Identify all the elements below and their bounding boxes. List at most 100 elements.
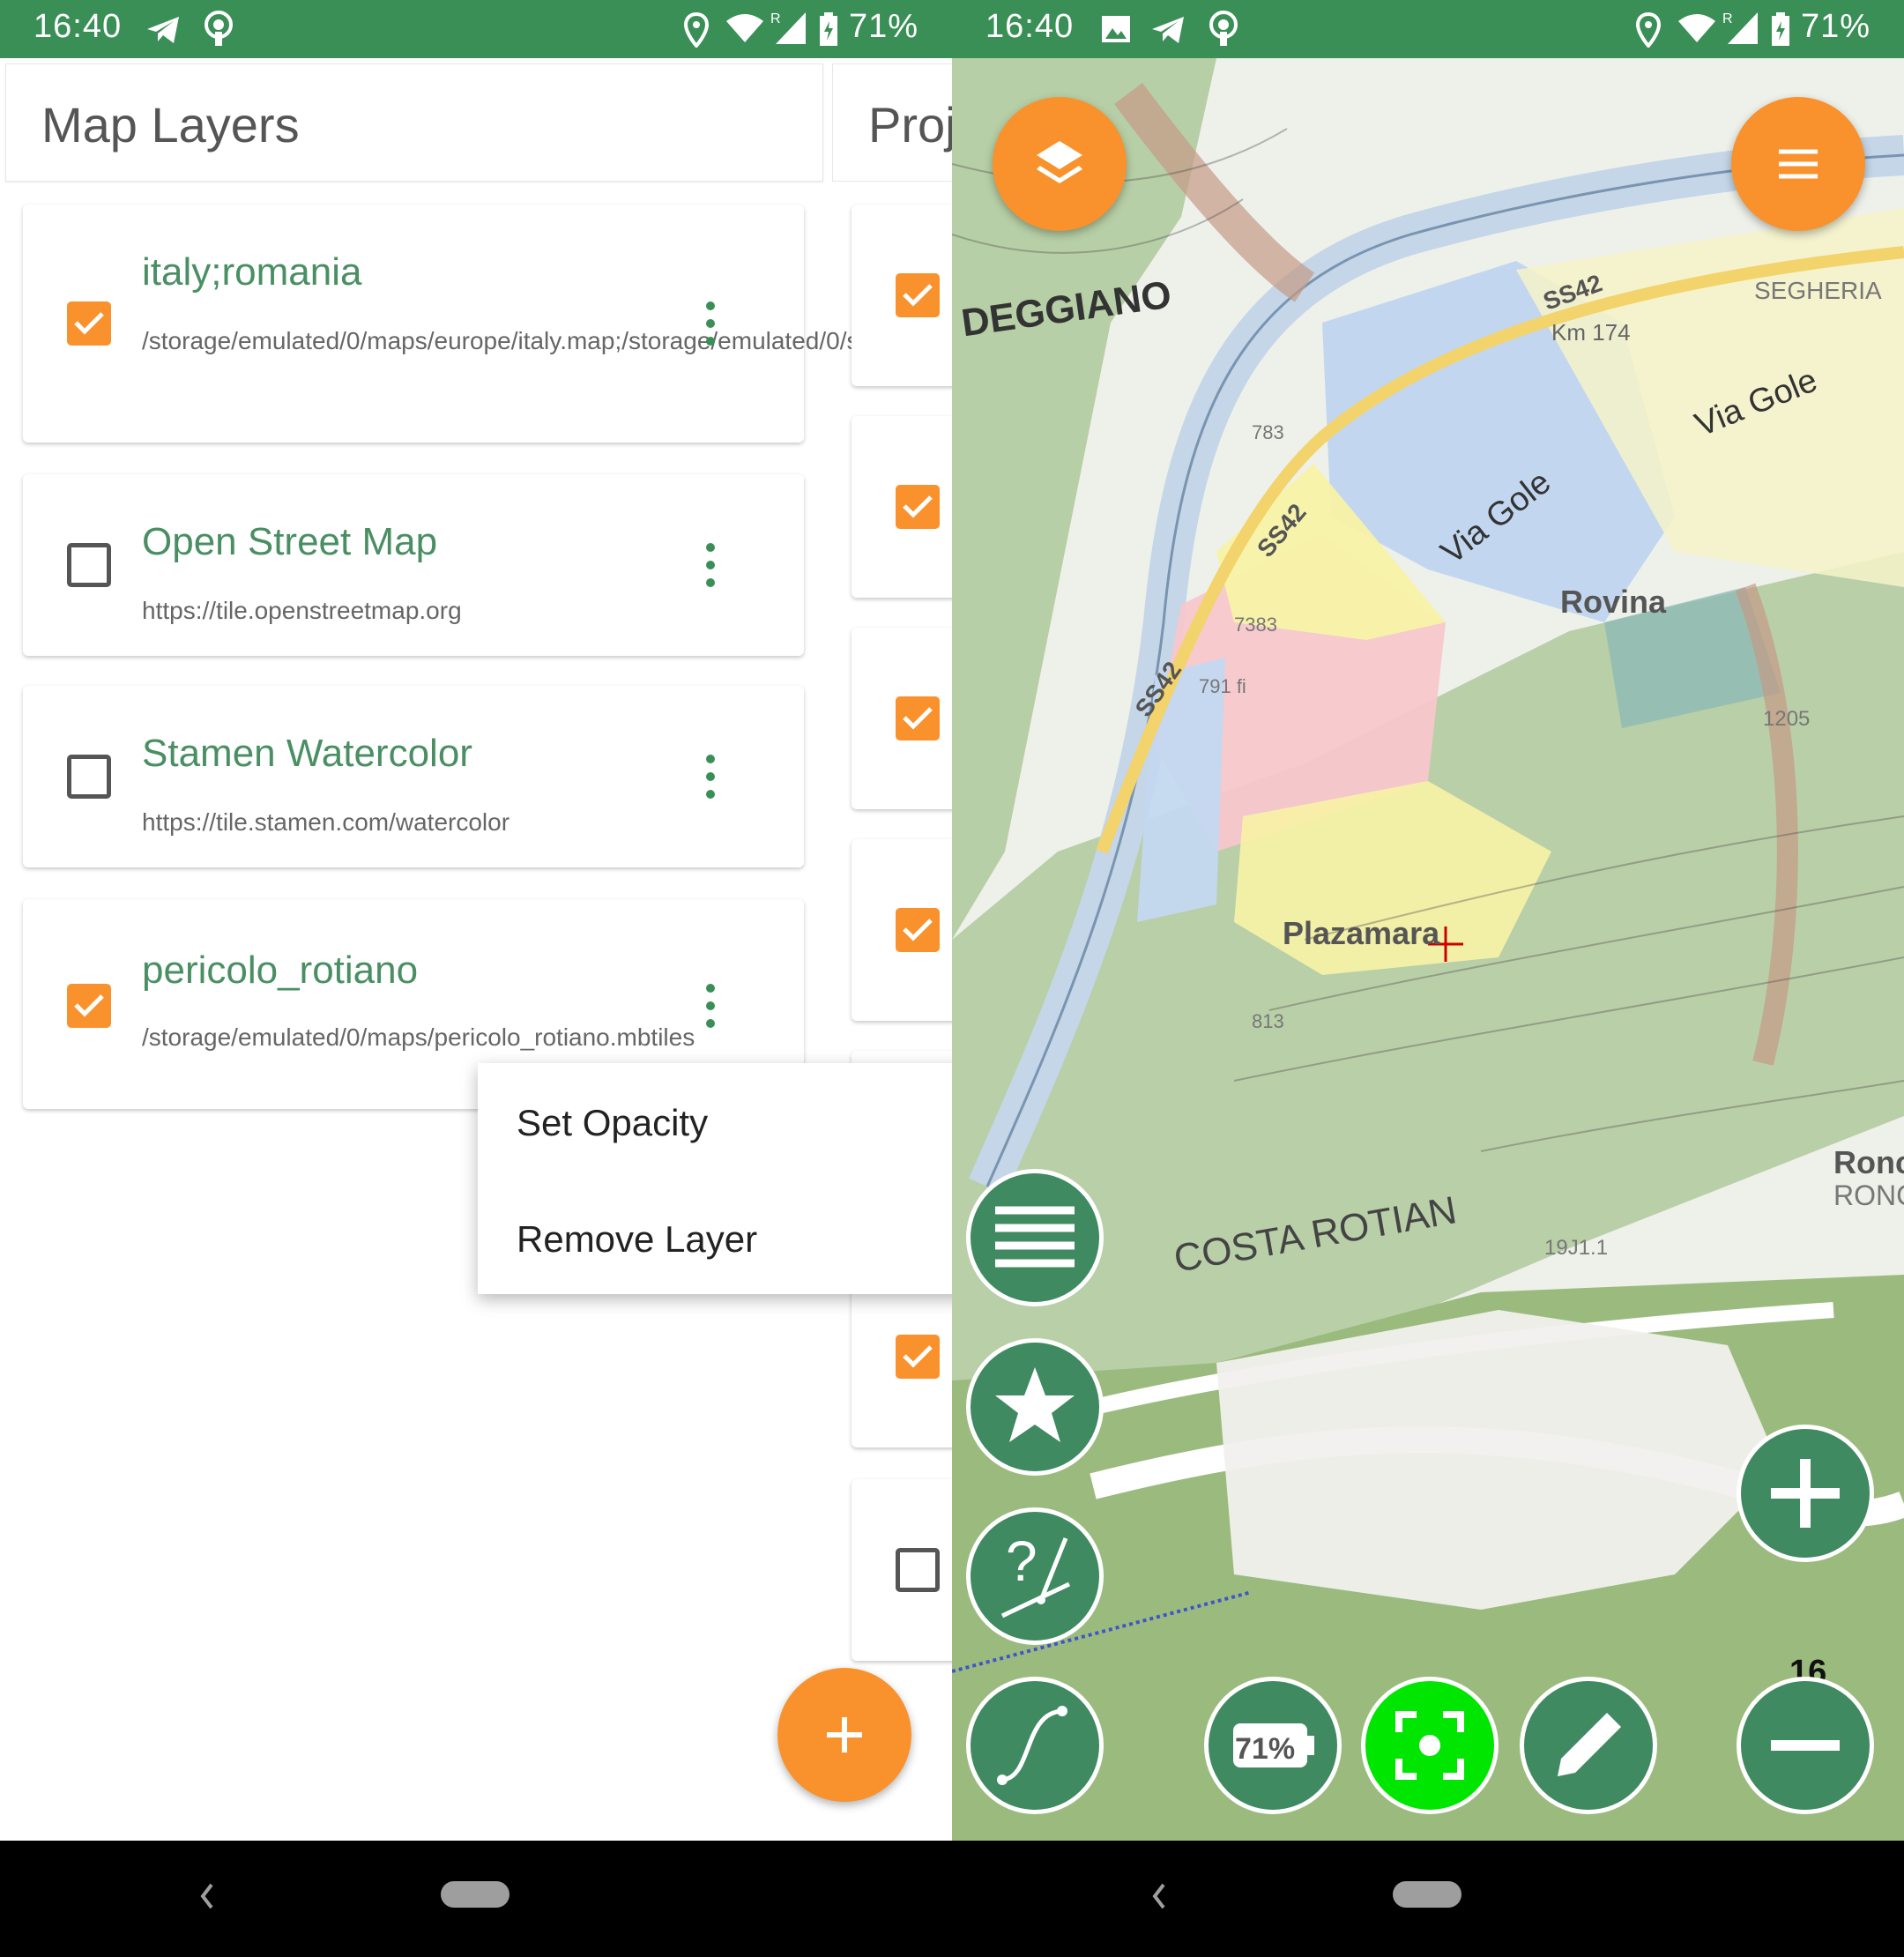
nav-bar — [0, 1841, 952, 1957]
back-icon[interactable] — [194, 1874, 220, 1918]
project-card[interactable] — [852, 839, 952, 1021]
layers-button[interactable] — [993, 97, 1127, 231]
map-label: SEGHERIA — [1754, 277, 1882, 304]
zoom-out-button[interactable] — [1737, 1677, 1874, 1814]
project-checkbox-checked[interactable] — [896, 1335, 940, 1379]
map-label: RONC — [1833, 1179, 1904, 1211]
project-checkbox-checked[interactable] — [896, 908, 940, 952]
battery-icon — [820, 12, 837, 46]
bookmarks-button[interactable] — [966, 1338, 1104, 1476]
projects-title: Proj — [868, 97, 952, 153]
query-tool-button[interactable]: ? — [966, 1507, 1104, 1645]
nav-bar — [952, 1841, 1904, 1957]
more-vert-icon[interactable] — [702, 543, 719, 587]
menu-item-remove-layer[interactable]: Remove Layer — [517, 1218, 757, 1261]
signal-icon: R — [770, 11, 806, 44]
edit-button[interactable] — [1520, 1677, 1657, 1814]
more-vert-icon[interactable] — [702, 984, 719, 1028]
notes-button[interactable] — [966, 1169, 1104, 1306]
title-card: Map Layers — [5, 63, 823, 182]
layer-name: Open Street Map — [142, 520, 438, 563]
telegram-icon — [1152, 17, 1184, 43]
map-view[interactable]: DEGGIANO SS42 Km 174 SEGHERIA SS42 SS42 … — [952, 58, 1904, 1841]
status-bar: 16:40 R 71% — [952, 0, 1904, 58]
project-checkbox-checked[interactable] — [896, 273, 940, 317]
plus-icon — [827, 1717, 862, 1752]
location-icon — [683, 12, 710, 48]
project-checkbox-checked[interactable] — [896, 696, 940, 740]
layer-checkbox-checked[interactable] — [67, 984, 111, 1028]
main-menu-button[interactable] — [1731, 97, 1865, 231]
pencil-icon — [1558, 1713, 1621, 1776]
wifi-icon — [726, 14, 763, 42]
log-track-button[interactable] — [966, 1677, 1104, 1814]
gps-focus-icon — [1395, 1711, 1464, 1780]
signal-icon: R — [1722, 11, 1758, 44]
query-ruler-icon: ? — [1000, 1529, 1071, 1618]
layer-name: pericolo_rotiano — [142, 949, 419, 992]
home-pill[interactable] — [441, 1881, 509, 1908]
menu-item-set-opacity[interactable]: Set Opacity — [517, 1102, 708, 1144]
svg-text:R: R — [1722, 11, 1733, 26]
layer-path: /storage/emulated/0/maps/europe/italy.ma… — [142, 327, 952, 354]
plus-icon — [1771, 1459, 1840, 1528]
layer-context-menu: Set Opacity Remove Layer — [478, 1063, 952, 1294]
minus-icon — [1771, 1740, 1840, 1751]
podcast-icon — [1209, 11, 1238, 46]
project-card[interactable] — [852, 205, 952, 386]
image-icon — [1102, 16, 1130, 42]
status-time: 16:40 — [33, 8, 123, 45]
battery-badge-text: 71% — [1235, 1732, 1296, 1766]
project-checkbox-checked[interactable] — [896, 485, 940, 529]
layer-checkbox-unchecked[interactable] — [67, 755, 111, 799]
projects-title-card[interactable]: Proj — [832, 63, 952, 182]
add-layer-button[interactable] — [777, 1668, 911, 1802]
map-label: Km 174 — [1551, 319, 1631, 346]
page-title: Map Layers — [41, 97, 300, 153]
podcast-icon — [205, 11, 233, 46]
center-gps-button[interactable] — [1361, 1677, 1499, 1814]
status-time: 16:40 — [985, 8, 1075, 45]
layer-card-watercolor[interactable]: Stamen Watercolor https://tile.stamen.co… — [23, 686, 804, 867]
map-label: 813 — [1252, 1010, 1284, 1032]
curve-icon — [997, 1706, 1067, 1785]
map-label: Rovina — [1560, 584, 1667, 620]
wifi-icon — [1678, 14, 1715, 42]
layer-path: https://tile.stamen.com/watercolor — [142, 808, 510, 836]
battery-icon — [1772, 12, 1789, 46]
home-pill[interactable] — [1393, 1881, 1461, 1908]
layer-name: Stamen Watercolor — [142, 732, 472, 775]
map-label: 7383 — [1234, 614, 1277, 636]
zoom-in-button[interactable] — [1737, 1425, 1874, 1562]
map-label: 19J1.1 — [1544, 1236, 1609, 1260]
battery-button[interactable]: 71% — [1204, 1677, 1342, 1814]
menu-icon — [1779, 149, 1818, 179]
layer-checkbox-checked[interactable] — [67, 301, 111, 346]
layer-card-osm[interactable]: Open Street Map https://tile.openstreetm… — [23, 474, 804, 656]
list-icon — [995, 1206, 1075, 1268]
layers-icon — [1037, 141, 1082, 183]
map-label: Plazamara — [1283, 915, 1440, 951]
battery-percent: 71% — [1800, 8, 1871, 45]
project-card[interactable] — [852, 416, 952, 598]
svg-text:R: R — [770, 11, 781, 26]
project-checkbox-unchecked[interactable] — [896, 1548, 940, 1592]
status-bar: 16:40 R 71% — [0, 0, 952, 58]
layer-checkbox-unchecked[interactable] — [67, 543, 111, 587]
layer-path: /storage/emulated/0/maps/pericolo_rotian… — [142, 1023, 695, 1051]
map-screen: 16:40 R 71% DEGGIANO SS42 Km 174 SEGHERI… — [952, 0, 1904, 1957]
more-vert-icon[interactable] — [702, 301, 719, 346]
location-icon — [1635, 12, 1662, 48]
telegram-icon — [147, 17, 179, 43]
svg-text:?: ? — [1006, 1529, 1038, 1593]
project-card[interactable] — [852, 1479, 952, 1661]
battery-percent: 71% — [848, 8, 919, 45]
more-vert-icon[interactable] — [702, 755, 719, 799]
back-icon[interactable] — [1146, 1874, 1172, 1918]
map-label: 791 fi — [1199, 675, 1246, 697]
layer-card-italy-romania[interactable]: italy;romania /storage/emulated/0/maps/e… — [23, 205, 952, 443]
map-label: 1205 — [1763, 707, 1811, 731]
map-label: 783 — [1252, 421, 1284, 443]
star-icon — [995, 1367, 1075, 1442]
project-card[interactable] — [852, 628, 952, 809]
